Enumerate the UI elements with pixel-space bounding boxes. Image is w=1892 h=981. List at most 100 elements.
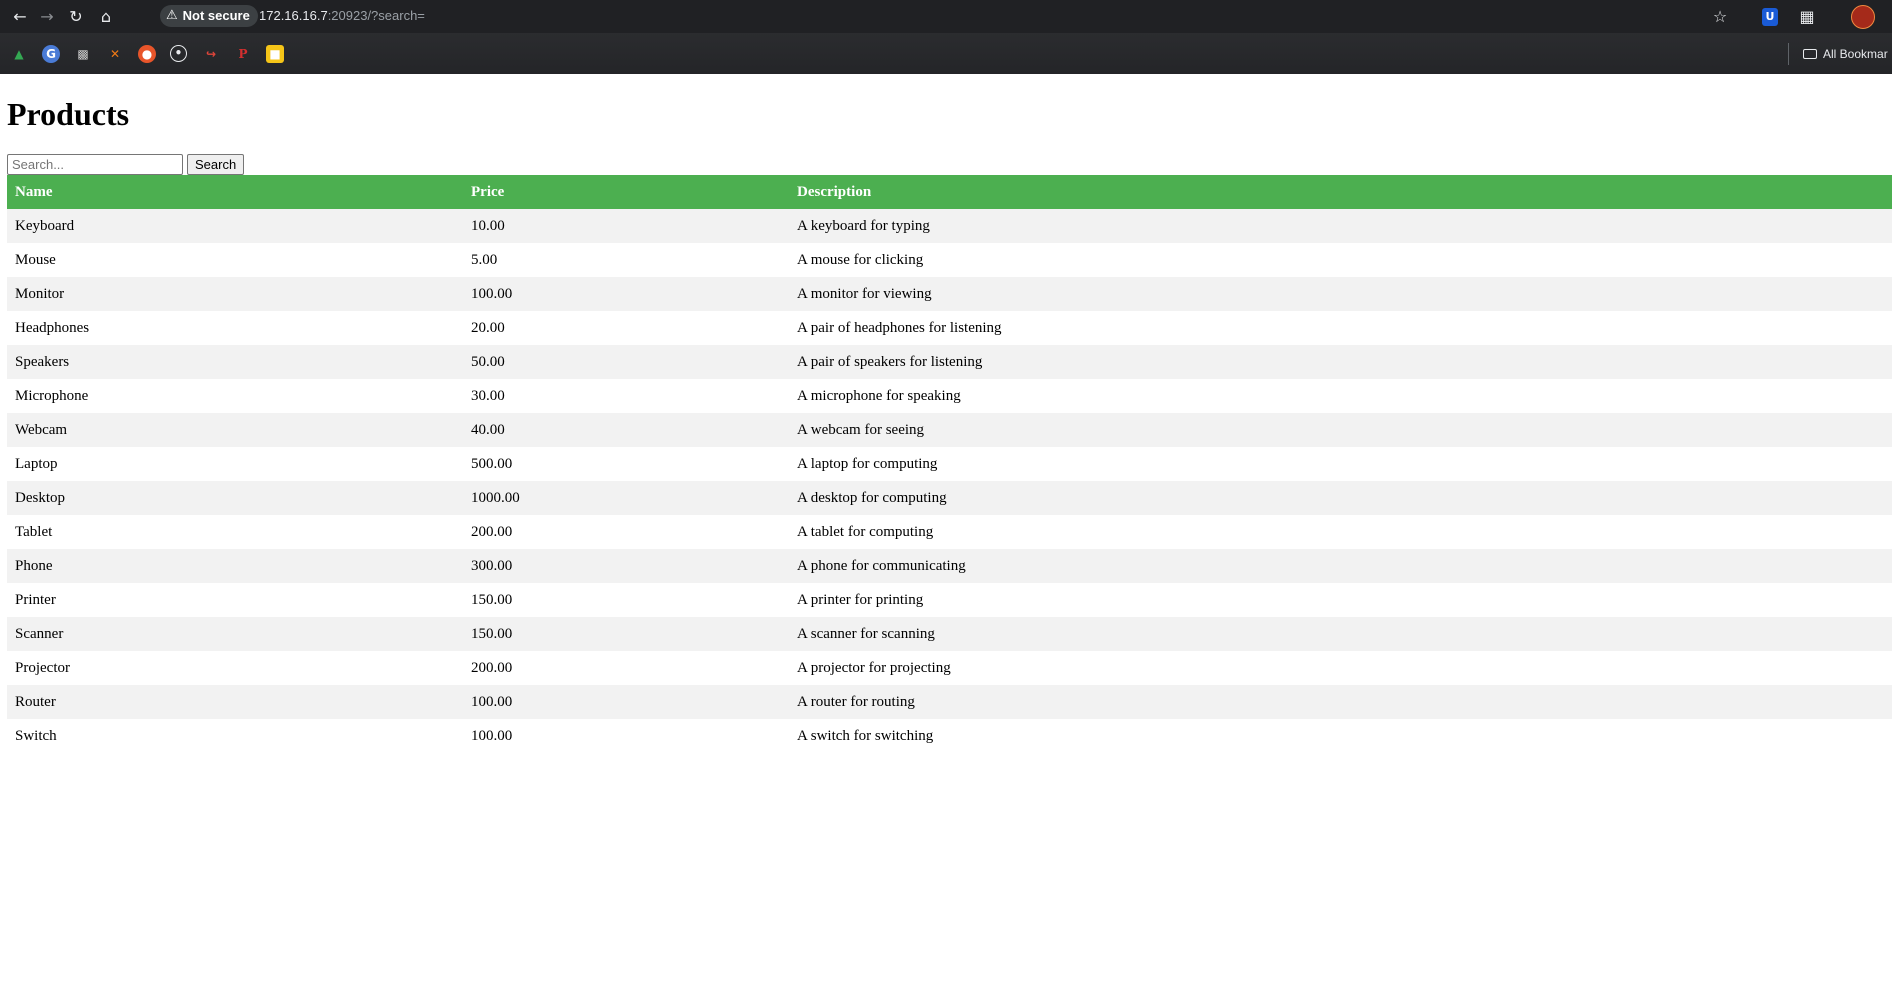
bookmarks-bar: ▲ G ▩ ✕ ● • ↪ P ■ All Bookmar [0,33,1892,74]
cell-price: 150.00 [463,617,789,651]
cell-price: 500.00 [463,447,789,481]
cell-name: Desktop [7,481,463,515]
cell-price: 200.00 [463,515,789,549]
bookmark-circle-icon[interactable]: • [170,45,187,62]
bookmark-printer-icon[interactable]: ▩ [74,45,92,63]
search-form: Search [7,154,245,175]
extensions-icon[interactable]: ▦ [1794,4,1820,30]
table-row: Monitor 100.00 A monitor for viewing [7,277,1892,311]
bookmark-x-icon[interactable]: ✕ [106,45,124,63]
reload-icon[interactable]: ↻ [63,4,89,30]
cell-name: Mouse [7,243,463,277]
cell-name: Keyboard [7,209,463,243]
cell-description: A microphone for speaking [789,379,1892,413]
folder-icon [1803,49,1817,59]
cell-name: Laptop [7,447,463,481]
column-header-name: Name [7,175,463,209]
profile-avatar-icon[interactable] [1851,5,1875,29]
table-row: Scanner 150.00 A scanner for scanning [7,617,1892,651]
cell-description: A mouse for clicking [789,243,1892,277]
cell-name: Scanner [7,617,463,651]
search-input[interactable] [7,154,183,175]
bookmark-firefox-icon[interactable]: ● [138,45,156,63]
cell-name: Switch [7,719,463,753]
url-host: 172.16.16.7 [259,8,328,23]
cell-name: Printer [7,583,463,617]
cell-name: Monitor [7,277,463,311]
products-table: Name Price Description Keyboard 10.00 A ke… [7,175,1892,753]
table-row: Router 100.00 A router for routing [7,685,1892,719]
page-content: Products Search Name Price Description K… [0,74,1892,981]
cell-description: A router for routing [789,685,1892,719]
cell-description: A tablet for computing [789,515,1892,549]
cell-name: Projector [7,651,463,685]
browser-toolbar: ← → ↻ ⌂ ⚠ Not secure 172.16.16.7:20923/?… [0,0,1892,33]
cell-description: A pair of headphones for listening [789,311,1892,345]
table-row: Tablet 200.00 A tablet for computing [7,515,1892,549]
column-header-price: Price [463,175,789,209]
cell-description: A keyboard for typing [789,209,1892,243]
home-icon[interactable]: ⌂ [93,4,119,30]
table-row: Phone 300.00 A phone for communicating [7,549,1892,583]
all-bookmarks-label: All Bookmar [1823,47,1888,61]
cell-description: A projector for projecting [789,651,1892,685]
bookmark-yellow-icon[interactable]: ■ [266,45,284,63]
cell-name: Router [7,685,463,719]
back-icon[interactable]: ← [7,4,33,30]
table-body: Keyboard 10.00 A keyboard for typing Mouse 5… [7,209,1892,753]
table-row: Webcam 40.00 A webcam for seeing [7,413,1892,447]
all-bookmarks-button[interactable]: All Bookmar [1803,45,1888,63]
url-text[interactable]: 172.16.16.7:20923/?search= [259,7,425,25]
cell-price: 10.00 [463,209,789,243]
cell-price: 5.00 [463,243,789,277]
cell-name: Headphones [7,311,463,345]
table-row: Mouse 5.00 A mouse for clicking [7,243,1892,277]
cell-description: A webcam for seeing [789,413,1892,447]
table-row: Projector 200.00 A projector for projectin… [7,651,1892,685]
star-icon[interactable]: ☆ [1707,4,1733,30]
cell-price: 20.00 [463,311,789,345]
cell-price: 100.00 [463,277,789,311]
cell-price: 1000.00 [463,481,789,515]
cell-price: 200.00 [463,651,789,685]
security-indicator[interactable]: ⚠ Not secure [160,5,258,27]
table-row: Speakers 50.00 A pair of speakers for list… [7,345,1892,379]
google-drive-icon[interactable]: ▲ [10,45,28,63]
bookmark-p-icon[interactable]: P [234,45,252,63]
cell-price: 50.00 [463,345,789,379]
cell-description: A pair of speakers for listening [789,345,1892,379]
cell-name: Webcam [7,413,463,447]
cell-name: Microphone [7,379,463,413]
warning-icon: ⚠ [166,8,178,23]
security-label: Not secure [182,8,250,23]
table-row: Printer 150.00 A printer for printing [7,583,1892,617]
bookmarks-divider [1788,43,1789,65]
cell-description: A phone for communicating [789,549,1892,583]
cell-price: 100.00 [463,685,789,719]
cell-price: 100.00 [463,719,789,753]
bookmark-arrow-icon[interactable]: ↪ [202,45,220,63]
cell-description: A switch for switching [789,719,1892,753]
cell-description: A monitor for viewing [789,277,1892,311]
cell-description: A desktop for computing [789,481,1892,515]
table-row: Desktop 1000.00 A desktop for computing [7,481,1892,515]
bitwarden-icon[interactable]: U [1762,8,1778,26]
cell-price: 300.00 [463,549,789,583]
forward-icon[interactable]: → [34,4,60,30]
cell-name: Tablet [7,515,463,549]
table-row: Switch 100.00 A switch for switching [7,719,1892,753]
search-button[interactable]: Search [187,154,245,175]
cell-price: 30.00 [463,379,789,413]
cell-price: 150.00 [463,583,789,617]
cell-description: A scanner for scanning [789,617,1892,651]
bookmark-g-icon[interactable]: G [42,45,60,63]
cell-description: A printer for printing [789,583,1892,617]
table-row: Laptop 500.00 A laptop for computing [7,447,1892,481]
url-path: :20923/?search= [327,8,425,23]
cell-price: 40.00 [463,413,789,447]
table-row: Keyboard 10.00 A keyboard for typing [7,209,1892,243]
table-row: Headphones 20.00 A pair of headphones for … [7,311,1892,345]
column-header-description: Description [789,175,1892,209]
table-row: Microphone 30.00 A microphone for speaking [7,379,1892,413]
table-header-row: Name Price Description [7,175,1892,209]
